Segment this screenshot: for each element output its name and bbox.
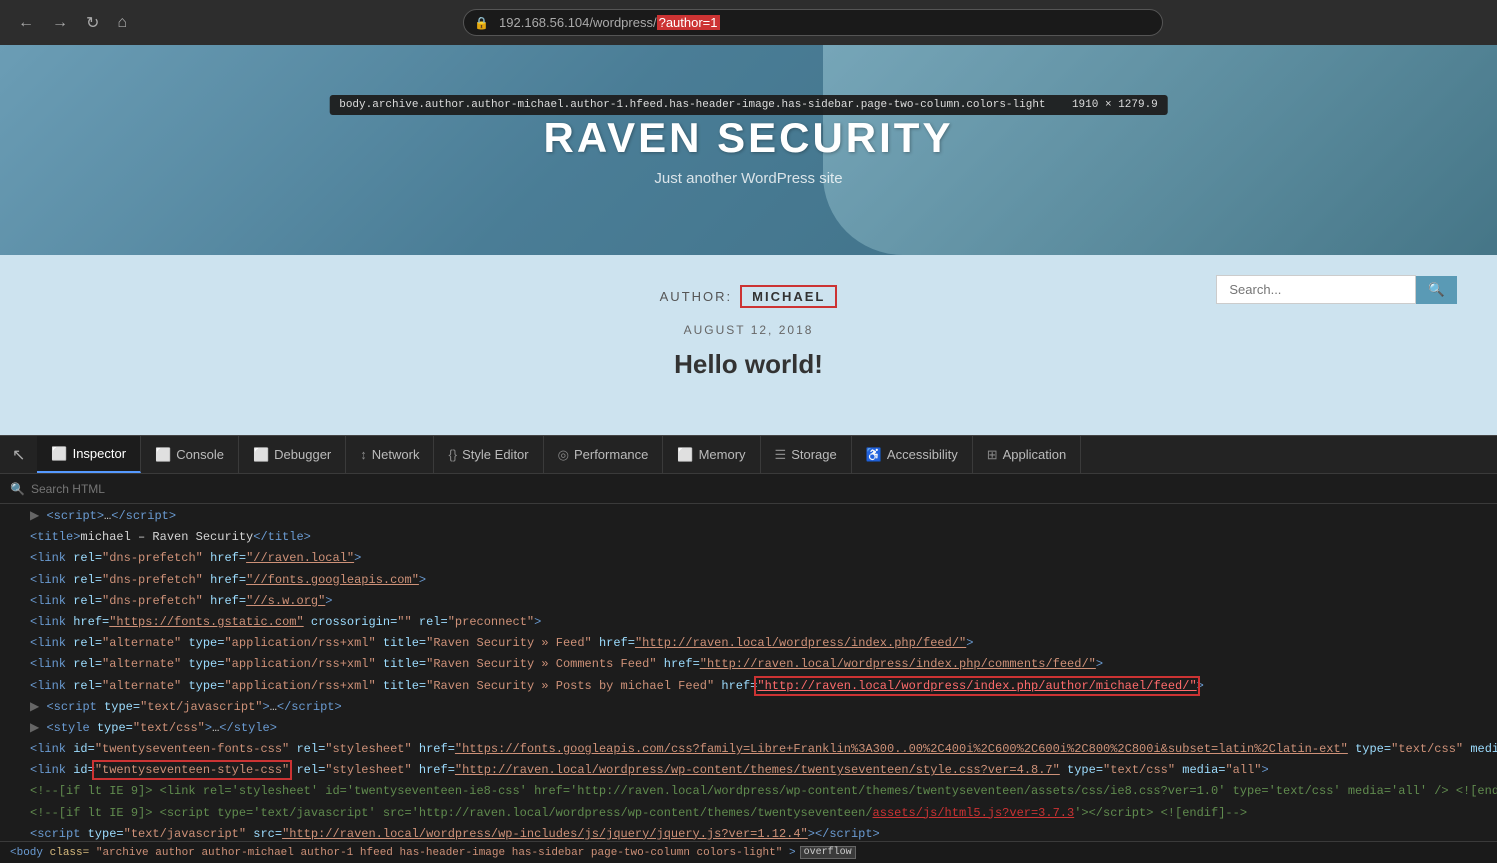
tab-inspector[interactable]: ⬜ Inspector: [37, 436, 141, 473]
tab-network-label: Network: [372, 447, 420, 462]
memory-icon: ⬜: [677, 447, 693, 463]
search-input[interactable]: [1216, 275, 1416, 304]
tab-inspector-label: Inspector: [73, 446, 126, 461]
console-icon: ⬜: [155, 447, 171, 463]
html-line: <!--[if lt IE 9]> <link rel='stylesheet'…: [0, 781, 1497, 802]
html-line: <link id="twentyseventeen-fonts-css" rel…: [0, 739, 1497, 760]
search-button[interactable]: 🔍: [1416, 276, 1457, 304]
accessibility-icon: ♿: [866, 447, 882, 463]
storage-icon: ☰: [775, 447, 787, 463]
browser-chrome: ← → ↻ ⌂ 🔒 192.168.56.104/wordpress/?auth…: [0, 0, 1497, 45]
tooltip-text: body.archive.author.author-michael.autho…: [339, 99, 1045, 111]
html-line: <link href="https://fonts.gstatic.com" c…: [0, 612, 1497, 633]
performance-icon: ◎: [558, 447, 569, 463]
tab-performance[interactable]: ◎ Performance: [544, 436, 664, 473]
html-line: <script type="text/javascript" src="http…: [0, 824, 1497, 841]
home-button[interactable]: ⌂: [111, 10, 133, 36]
author-line: AUTHOR: MICHAEL: [660, 285, 838, 308]
toolbar-left: ↖: [0, 436, 37, 473]
devtools-tabs: ⬜ Inspector ⬜ Console ⬜ Debugger ↕ Netwo…: [37, 436, 1497, 473]
html-line: <title>michael – Raven Security</title>: [0, 527, 1497, 548]
tab-application-label: Application: [1003, 447, 1067, 462]
site-header: RAVEN SECURITY Just another WordPress si…: [0, 45, 1497, 255]
html-line: ▶ <script>…</script>: [0, 506, 1497, 527]
style-editor-icon: {}: [448, 447, 457, 462]
html-line: <link rel="alternate" type="application/…: [0, 633, 1497, 654]
html-line: ▶ <script type="text/javascript">…</scri…: [0, 697, 1497, 718]
tab-storage-label: Storage: [791, 447, 837, 462]
tab-debugger[interactable]: ⬜ Debugger: [239, 436, 346, 473]
html-line: <link rel="dns-prefetch" href="//fonts.g…: [0, 570, 1497, 591]
author-label: AUTHOR:: [660, 289, 733, 304]
date-line: AUGUST 12, 2018: [684, 323, 814, 337]
tab-debugger-label: Debugger: [274, 447, 331, 462]
content-area: AUTHOR: MICHAEL AUGUST 12, 2018 Hello wo…: [0, 255, 1497, 435]
tab-console[interactable]: ⬜ Console: [141, 436, 239, 473]
html-line: <link rel="alternate" type="application/…: [0, 654, 1497, 675]
search-html-input[interactable]: [31, 482, 1487, 496]
address-bar-wrapper[interactable]: 🔒 192.168.56.104/wordpress/?author=1: [463, 9, 1163, 36]
html-line: <link rel="dns-prefetch" href="//s.w.org…: [0, 591, 1497, 612]
url-selected: ?author=1: [657, 15, 720, 30]
search-box: 🔍: [1216, 275, 1457, 304]
post-title: Hello world!: [674, 349, 823, 380]
website-content: body.archive.author.author-michael.autho…: [0, 45, 1497, 435]
application-icon: ⊞: [987, 447, 998, 463]
html-line: <link id="twentyseventeen-style-css" rel…: [0, 760, 1497, 781]
devtools-html-body: ▶ <script>…</script> <title>michael – Ra…: [0, 504, 1497, 841]
element-tooltip: body.archive.author.author-michael.autho…: [329, 95, 1168, 115]
devtools-toolbar: ↖ ⬜ Inspector ⬜ Console ⬜ Debugger ↕ Net…: [0, 436, 1497, 474]
html-line: <!--[if lt IE 9]> <script type='text/jav…: [0, 803, 1497, 824]
network-icon: ↕: [360, 447, 367, 462]
refresh-button[interactable]: ↻: [80, 9, 105, 37]
html-line: ▶ <style type="text/css">…</style>: [0, 718, 1497, 739]
debugger-icon: ⬜: [253, 447, 269, 463]
devtools-bottom-bar: <body class= "archive author author-mich…: [0, 841, 1497, 863]
back-button[interactable]: ←: [12, 10, 40, 36]
forward-button[interactable]: →: [46, 10, 74, 36]
tooltip-dimensions: 1910 × 1279.9: [1072, 99, 1158, 111]
lock-icon: 🔒: [474, 16, 489, 30]
tab-style-editor-label: Style Editor: [462, 447, 528, 462]
tab-accessibility-label: Accessibility: [887, 447, 958, 462]
tab-memory[interactable]: ⬜ Memory: [663, 436, 760, 473]
tab-accessibility[interactable]: ♿ Accessibility: [852, 436, 973, 473]
tab-storage[interactable]: ☰ Storage: [761, 436, 852, 473]
html-line: <link rel="alternate" type="application/…: [0, 676, 1497, 697]
tab-application[interactable]: ⊞ Application: [973, 436, 1082, 473]
nav-buttons: ← → ↻ ⌂: [12, 9, 133, 37]
tab-style-editor[interactable]: {} Style Editor: [434, 436, 543, 473]
devtools-search-bar: 🔍: [0, 474, 1497, 504]
inspector-icon: ⬜: [51, 446, 67, 462]
site-tagline: Just another WordPress site: [654, 170, 842, 187]
search-html-icon: 🔍: [10, 482, 25, 496]
author-name-box: MICHAEL: [740, 285, 837, 308]
address-bar-container: 🔒 192.168.56.104/wordpress/?author=1: [463, 9, 1163, 36]
url-text: 192.168.56.104/wordpress/?author=1: [499, 15, 719, 30]
tab-memory-label: Memory: [699, 447, 746, 462]
tab-performance-label: Performance: [574, 447, 648, 462]
url-prefix: 192.168.56.104/wordpress/: [499, 15, 657, 30]
breadcrumb: <body class= "archive author author-mich…: [10, 847, 796, 859]
tab-console-label: Console: [176, 447, 224, 462]
overflow-badge: overflow: [800, 846, 856, 859]
html-line: <link rel="dns-prefetch" href="//raven.l…: [0, 548, 1497, 569]
inspector-pointer-button[interactable]: ↖: [6, 441, 31, 469]
site-title: RAVEN SECURITY: [544, 114, 954, 162]
tab-network[interactable]: ↕ Network: [346, 436, 434, 473]
devtools-panel: ↖ ⬜ Inspector ⬜ Console ⬜ Debugger ↕ Net…: [0, 435, 1497, 863]
